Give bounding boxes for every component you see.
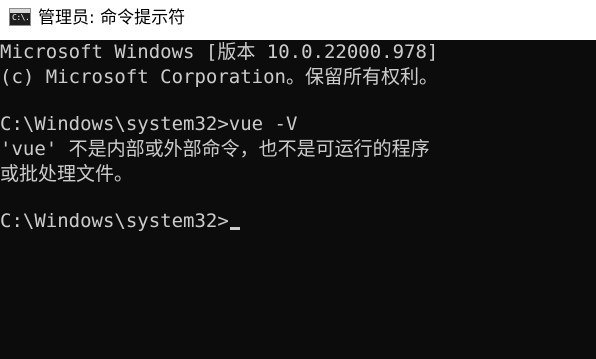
console-line-error: 'vue' 不是内部或外部命令，也不是可运行的程序 (0, 138, 430, 160)
console-output[interactable]: Microsoft Windows [版本 10.0.22000.978] (c… (0, 40, 596, 359)
console-line-command: C:\Windows\system32>vue -V (0, 113, 298, 135)
console-prompt-line[interactable]: C:\Windows\system32> (0, 209, 240, 233)
icon-glyph: C:\. (12, 13, 30, 22)
cmd-icon[interactable]: C:\. (9, 8, 31, 26)
text-cursor (229, 227, 240, 230)
console-line-version: Microsoft Windows [版本 10.0.22000.978] (0, 41, 439, 63)
console-line-copyright: (c) Microsoft Corporation。保留所有权利。 (0, 66, 438, 88)
title-bar[interactable]: C:\. 管理员: 命令提示符 (0, 0, 596, 40)
console-line-error-continued: 或批处理文件。 (0, 163, 134, 185)
console-prompt: C:\Windows\system32> (0, 210, 229, 232)
command-prompt-window: C:\. 管理员: 命令提示符 Microsoft Windows [版本 10… (0, 0, 596, 359)
window-title: 管理员: 命令提示符 (38, 8, 186, 28)
